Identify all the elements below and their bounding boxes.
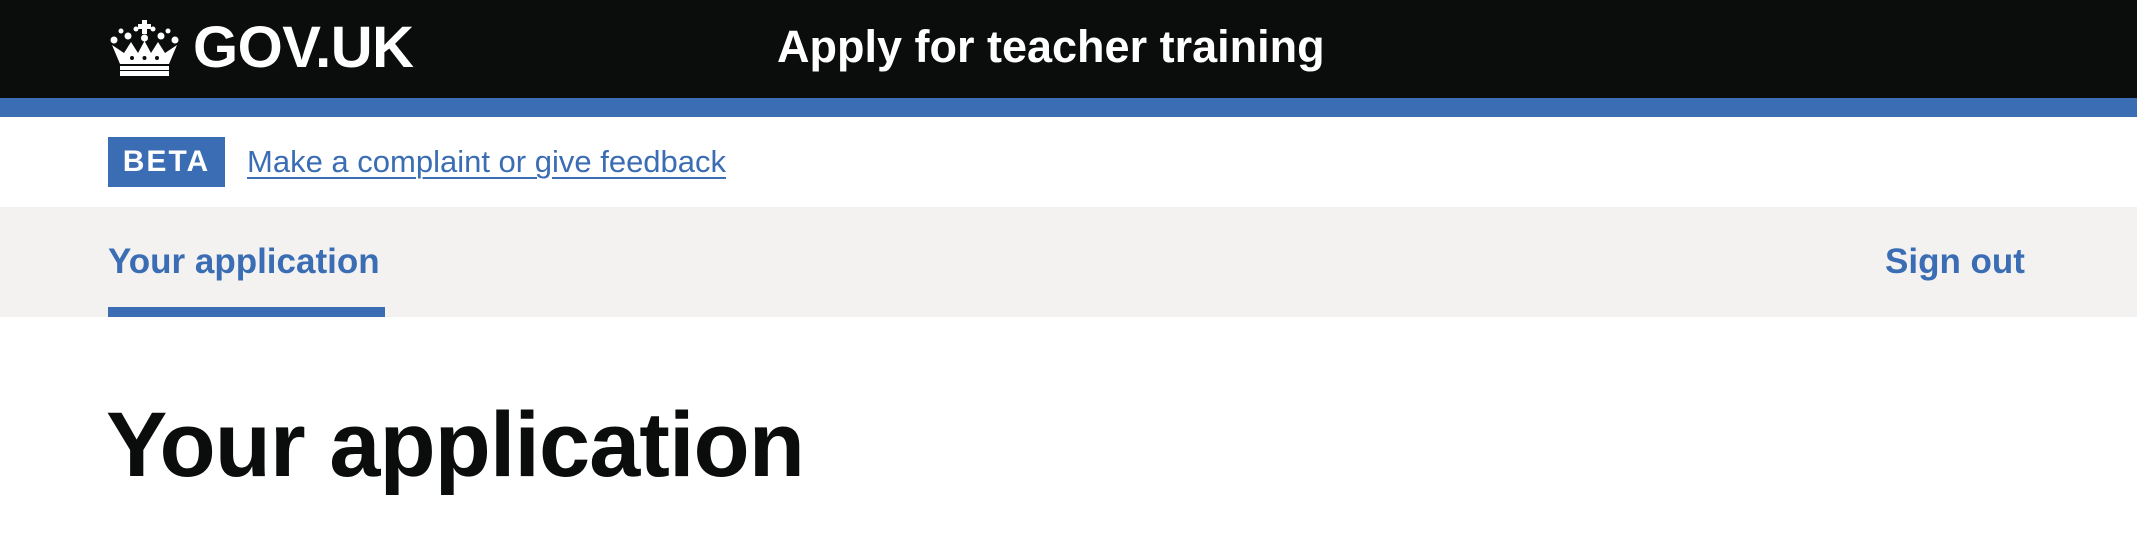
feedback-link[interactable]: Make a complaint or give feedback	[247, 140, 726, 184]
crown-icon	[110, 20, 179, 76]
header-accent-bar	[0, 98, 2137, 117]
service-name-link[interactable]: Apply for teacher training	[777, 22, 1325, 72]
logo-text: GOV.UK	[193, 15, 414, 80]
page-title: Your application	[106, 394, 805, 496]
beta-tag: BETA	[108, 137, 225, 187]
nav-active-indicator	[108, 307, 385, 317]
govuk-logo-link[interactable]: GOV.UK	[108, 15, 414, 80]
nav-item-your-application[interactable]: Your application	[108, 240, 380, 284]
nav-item-sign-out[interactable]: Sign out	[1885, 240, 2025, 284]
